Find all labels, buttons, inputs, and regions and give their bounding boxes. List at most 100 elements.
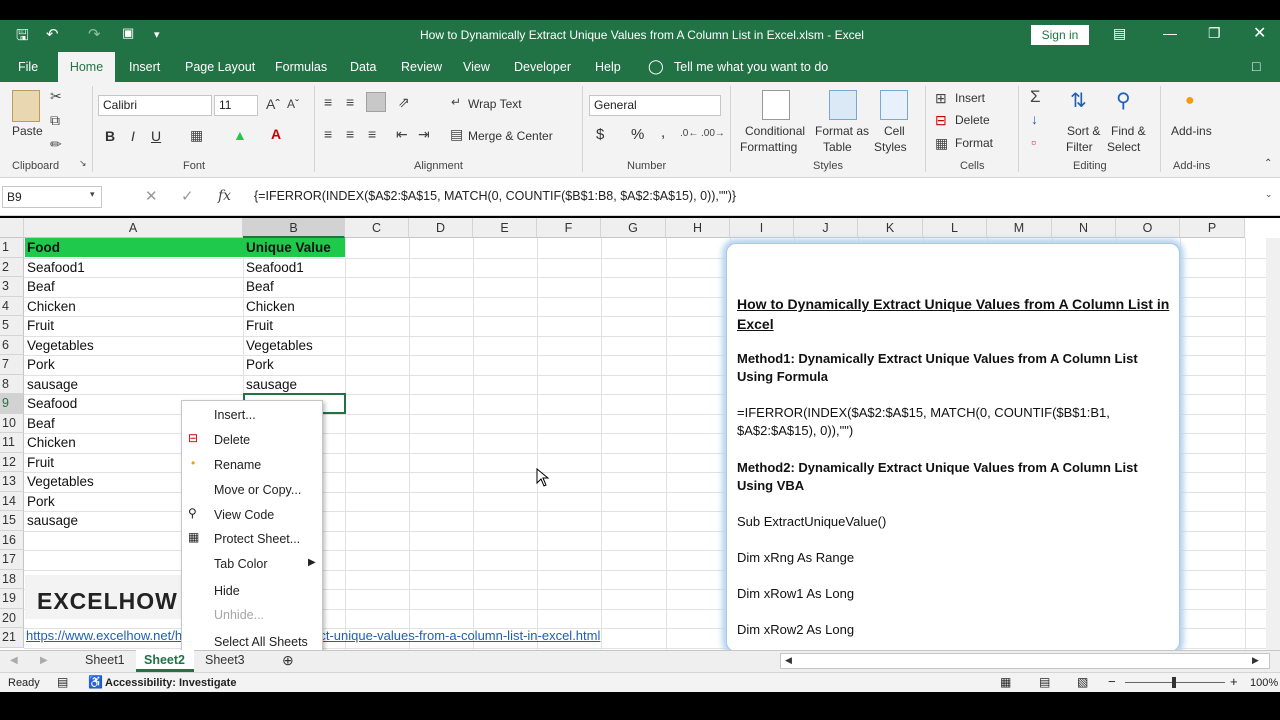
row-header-13[interactable]: 13 (0, 472, 24, 492)
tab-view[interactable]: View (463, 60, 490, 74)
orientation-icon[interactable]: ⇗ (398, 94, 410, 111)
tab-help[interactable]: Help (595, 60, 621, 74)
insert-function-icon[interactable]: fx (218, 188, 231, 204)
cell-b5[interactable]: Fruit (244, 316, 273, 335)
conditional-formatting-button-2[interactable]: Formatting (740, 140, 797, 154)
conditional-formatting-button[interactable]: Conditional (745, 124, 805, 138)
increase-decimal-icon[interactable]: .0← (680, 128, 698, 139)
italic-button[interactable]: I (131, 128, 135, 144)
delete-cells-icon[interactable]: ⊟ (935, 112, 947, 129)
font-color-icon[interactable]: A (271, 126, 281, 142)
zoom-out-icon[interactable]: − (1108, 674, 1116, 689)
insert-cells-icon[interactable]: ⊞ (935, 90, 947, 107)
clear-icon[interactable]: ▫ (1031, 134, 1036, 150)
find-select-icon[interactable]: ⚲ (1116, 88, 1131, 113)
font-name-select[interactable]: Calibri (98, 95, 212, 116)
paste-icon[interactable] (12, 90, 40, 122)
fill-color-icon[interactable]: ▲ (233, 127, 247, 143)
tab-home[interactable]: Home (58, 52, 115, 82)
conditional-formatting-icon[interactable] (762, 90, 790, 120)
column-header-o[interactable]: O (1116, 218, 1180, 238)
add-ins-icon[interactable]: ● (1185, 92, 1195, 110)
tab-review[interactable]: Review (401, 60, 442, 74)
find-select-button[interactable]: Find & (1111, 124, 1146, 138)
zoom-in-icon[interactable]: + (1230, 674, 1238, 689)
column-header-f[interactable]: F (537, 218, 601, 238)
wrap-text-icon[interactable]: ↵ (451, 95, 461, 109)
cell-b6[interactable]: Vegetables (244, 336, 313, 355)
cell-b1[interactable]: Unique Value (244, 238, 331, 257)
tab-data[interactable]: Data (350, 60, 376, 74)
menu-item-select-all-sheets[interactable]: Select All Sheets (214, 635, 308, 649)
menu-item-tab-color[interactable]: Tab Color (214, 557, 268, 571)
cell-a8[interactable]: sausage (25, 375, 78, 394)
currency-button[interactable]: $ (596, 126, 604, 143)
column-header-l[interactable]: L (923, 218, 987, 238)
row-header-18[interactable]: 18 (0, 569, 24, 589)
accessibility-status[interactable]: Accessibility: Investigate (105, 677, 236, 689)
cut-icon[interactable]: ✂ (50, 88, 62, 105)
cell-a7[interactable]: Pork (25, 355, 55, 374)
menu-item-insert[interactable]: Insert... (214, 408, 256, 422)
new-sheet-icon[interactable]: ⊕ (282, 652, 294, 669)
zoom-level[interactable]: 100% (1250, 677, 1278, 689)
row-header-21[interactable]: 21 (0, 628, 24, 648)
cell-a5[interactable]: Fruit (25, 316, 54, 335)
cell-a1[interactable]: Food (25, 238, 60, 257)
row-header-8[interactable]: 8 (0, 374, 24, 394)
format-cells-button[interactable]: Format (955, 136, 993, 150)
row-header-16[interactable]: 16 (0, 530, 24, 550)
cancel-entry-icon[interactable]: ✕ (145, 187, 158, 205)
align-middle-icon[interactable]: ≡ (346, 94, 354, 110)
dialog-launcher-icon[interactable]: ↘ (79, 158, 87, 169)
column-header-c[interactable]: C (345, 218, 409, 238)
save-icon[interactable]: 🖫 (16, 25, 29, 50)
tab-developer[interactable]: Developer (514, 60, 571, 74)
tab-page-layout[interactable]: Page Layout (185, 60, 255, 74)
cell-a12[interactable]: Fruit (25, 453, 54, 472)
name-box-dropdown-icon[interactable]: ▾ (90, 189, 95, 200)
column-header-b[interactable]: B (243, 218, 345, 238)
align-right-icon[interactable]: ≡ (368, 126, 376, 142)
find-select-button-2[interactable]: Select (1107, 140, 1140, 154)
add-ins-button[interactable]: Add-ins (1171, 124, 1212, 138)
column-header-a[interactable]: A (24, 218, 243, 238)
cell-a11[interactable]: Chicken (25, 433, 76, 452)
menu-item-view-code[interactable]: View Code (214, 508, 274, 522)
name-box[interactable]: B9 (2, 186, 102, 208)
row-header-5[interactable]: 5 (0, 316, 24, 336)
sort-filter-icon[interactable]: ⇅ (1070, 88, 1087, 113)
font-size-select[interactable]: 11 (214, 95, 258, 116)
column-header-i[interactable]: I (730, 218, 794, 238)
menu-item-delete[interactable]: Delete (214, 433, 250, 447)
format-cells-icon[interactable]: ▦ (935, 135, 948, 152)
format-as-table-icon[interactable] (829, 90, 857, 120)
row-header-1[interactable]: 1 (0, 238, 24, 258)
prev-sheet-icon[interactable]: ◀ (10, 655, 18, 666)
column-header-g[interactable]: G (601, 218, 666, 238)
column-header-d[interactable]: D (409, 218, 473, 238)
cell-a10[interactable]: Beaf (25, 414, 55, 433)
cell-a14[interactable]: Pork (25, 492, 55, 511)
cell-a13[interactable]: Vegetables (25, 472, 94, 491)
merge-icon[interactable]: ▤ (450, 126, 463, 143)
page-break-view-icon[interactable]: ▧ (1077, 675, 1088, 689)
decrease-indent-icon[interactable]: ⇤ (396, 126, 408, 143)
customize-qat-icon[interactable]: ▾ (154, 28, 160, 41)
menu-item-protect-sheet[interactable]: Protect Sheet... (214, 532, 300, 546)
cell-a6[interactable]: Vegetables (25, 336, 94, 355)
tab-file[interactable]: File (18, 60, 38, 74)
column-header-k[interactable]: K (858, 218, 923, 238)
menu-item-move-copy[interactable]: Move or Copy... (214, 483, 301, 497)
comma-button[interactable]: , (661, 124, 665, 141)
row-header-14[interactable]: 14 (0, 491, 24, 511)
cell-b8[interactable]: sausage (244, 375, 297, 394)
row-header-20[interactable]: 20 (0, 608, 24, 628)
fill-icon[interactable]: ↓ (1031, 111, 1038, 127)
page-layout-view-icon[interactable]: ▤ (1039, 675, 1050, 689)
row-header-12[interactable]: 12 (0, 452, 24, 472)
vertical-scrollbar[interactable] (1266, 238, 1280, 650)
column-header-j[interactable]: J (794, 218, 858, 238)
row-header-9[interactable]: 9 (0, 394, 24, 414)
redo-icon[interactable]: ↷ (88, 25, 101, 43)
